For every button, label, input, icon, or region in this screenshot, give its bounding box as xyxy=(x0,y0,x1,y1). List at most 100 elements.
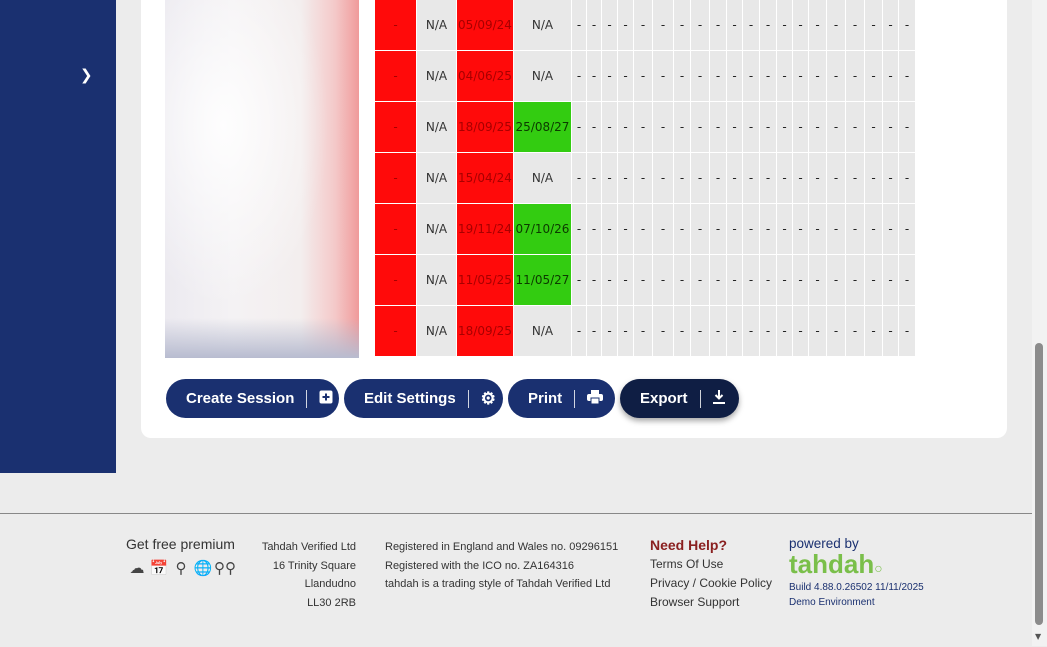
table-cell: - xyxy=(809,306,826,356)
table-cell: 11/05/27 xyxy=(514,255,571,305)
table-cell: - xyxy=(587,51,601,101)
table-cell: - xyxy=(793,51,808,101)
glasses-icon: ⚲⚲ xyxy=(214,560,236,577)
table-cell: - xyxy=(760,51,776,101)
table-cell: - xyxy=(777,204,792,254)
table-cell: N/A xyxy=(514,306,571,356)
edit-settings-button[interactable]: Edit Settings ⚙ xyxy=(344,379,503,418)
print-button[interactable]: Print xyxy=(508,379,615,418)
table-cell: - xyxy=(602,204,617,254)
scroll-down-arrow-icon[interactable]: ▼ xyxy=(1035,632,1041,641)
table-cell: - xyxy=(691,0,709,50)
table-cell: 05/09/24 xyxy=(457,0,513,50)
table-cell: - xyxy=(827,306,845,356)
table-cell: - xyxy=(793,255,808,305)
table-cell: - xyxy=(777,51,792,101)
table-cell: N/A xyxy=(417,51,456,101)
print-label: Print xyxy=(528,390,563,407)
table-cell: - xyxy=(674,0,690,50)
table-cell: - xyxy=(865,51,882,101)
table-cell: - xyxy=(727,255,742,305)
table-cell: - xyxy=(809,51,826,101)
blurred-photo xyxy=(165,0,359,358)
build-info: Build 4.88.0.26502 11/11/2025 xyxy=(789,582,924,593)
table-cell: - xyxy=(375,0,416,50)
table-cell: - xyxy=(846,51,864,101)
table-cell: - xyxy=(883,255,898,305)
table-cell: - xyxy=(618,153,633,203)
table-cell: 04/06/25 xyxy=(457,51,513,101)
registration-info: Registered in England and Wales no. 0929… xyxy=(385,538,618,594)
table-cell: - xyxy=(653,51,673,101)
table-cell: - xyxy=(809,0,826,50)
table-cell: - xyxy=(587,255,601,305)
table-row: - N/A 11/05/25 11/05/27- - - - - - - - - - - - - - - - - - - - xyxy=(375,255,915,305)
table-cell: - xyxy=(827,204,845,254)
table-cell: - xyxy=(777,102,792,152)
table-cell: 25/08/27 xyxy=(514,102,571,152)
table-cell: - xyxy=(634,255,652,305)
table-cell: - xyxy=(743,255,759,305)
table-cell: - xyxy=(691,153,709,203)
table-cell: - xyxy=(674,153,690,203)
table-cell: - xyxy=(760,153,776,203)
table-cell: - xyxy=(777,0,792,50)
scrollbar[interactable]: ▼ xyxy=(1032,0,1047,646)
create-session-button[interactable]: Create Session xyxy=(166,379,339,418)
privacy-link[interactable]: Privacy / Cookie Policy xyxy=(650,574,772,593)
table-cell: - xyxy=(691,51,709,101)
registration-line: Registered with the ICO no. ZA164316 xyxy=(385,559,574,572)
table-cell: - xyxy=(375,51,416,101)
table-cell: - xyxy=(865,306,882,356)
table-cell: - xyxy=(653,204,673,254)
scrollbar-thumb[interactable] xyxy=(1035,343,1043,625)
export-button[interactable]: Export xyxy=(620,379,739,418)
table-row: - N/A 18/09/25 N/A - - - - - - - - - - - - - - - - - - - - xyxy=(375,306,915,356)
table-cell: - xyxy=(865,255,882,305)
table-cell: N/A xyxy=(417,255,456,305)
table-cell: - xyxy=(846,102,864,152)
table-cell: - xyxy=(743,51,759,101)
table-cell: - xyxy=(899,102,915,152)
create-session-label: Create Session xyxy=(186,390,295,407)
table-cell: - xyxy=(883,102,898,152)
table-cell: - xyxy=(634,306,652,356)
premium-label: Get free premium xyxy=(126,536,235,552)
table-cell: - xyxy=(827,0,845,50)
environment-label: Demo Environment xyxy=(789,597,875,608)
table-cell: N/A xyxy=(514,153,571,203)
table-cell: - xyxy=(793,153,808,203)
address-line: Tahdah Verified Ltd xyxy=(261,541,356,553)
table-cell: - xyxy=(602,51,617,101)
table-cell: - xyxy=(883,51,898,101)
table-cell: - xyxy=(865,0,882,50)
browser-support-link[interactable]: Browser Support xyxy=(650,593,772,612)
table-cell: - xyxy=(674,204,690,254)
chevron-right-icon[interactable]: ❯ xyxy=(80,66,93,84)
table-cell: - xyxy=(634,204,652,254)
table-cell: - xyxy=(572,204,586,254)
table-cell: N/A xyxy=(514,51,571,101)
table-cell: - xyxy=(846,0,864,50)
table-cell: - xyxy=(674,255,690,305)
table-cell: - xyxy=(710,51,726,101)
globe-icon: 🌐 xyxy=(193,560,213,577)
table-cell: - xyxy=(691,306,709,356)
table-cell: - xyxy=(846,153,864,203)
edit-settings-label: Edit Settings xyxy=(364,390,456,407)
table-cell: - xyxy=(727,51,742,101)
terms-link[interactable]: Terms Of Use xyxy=(650,555,772,574)
table-cell: - xyxy=(883,204,898,254)
table-cell: - xyxy=(827,102,845,152)
table-cell: - xyxy=(710,255,726,305)
table-cell: - xyxy=(572,306,586,356)
table-cell: - xyxy=(846,204,864,254)
sidebar: ❯ xyxy=(0,0,116,473)
table-cell: 19/11/24 xyxy=(457,204,513,254)
table-cell: - xyxy=(809,153,826,203)
table-cell: - xyxy=(691,255,709,305)
table-cell: - xyxy=(602,255,617,305)
table-cell: - xyxy=(375,306,416,356)
table-cell: - xyxy=(618,51,633,101)
table-cell: - xyxy=(743,0,759,50)
